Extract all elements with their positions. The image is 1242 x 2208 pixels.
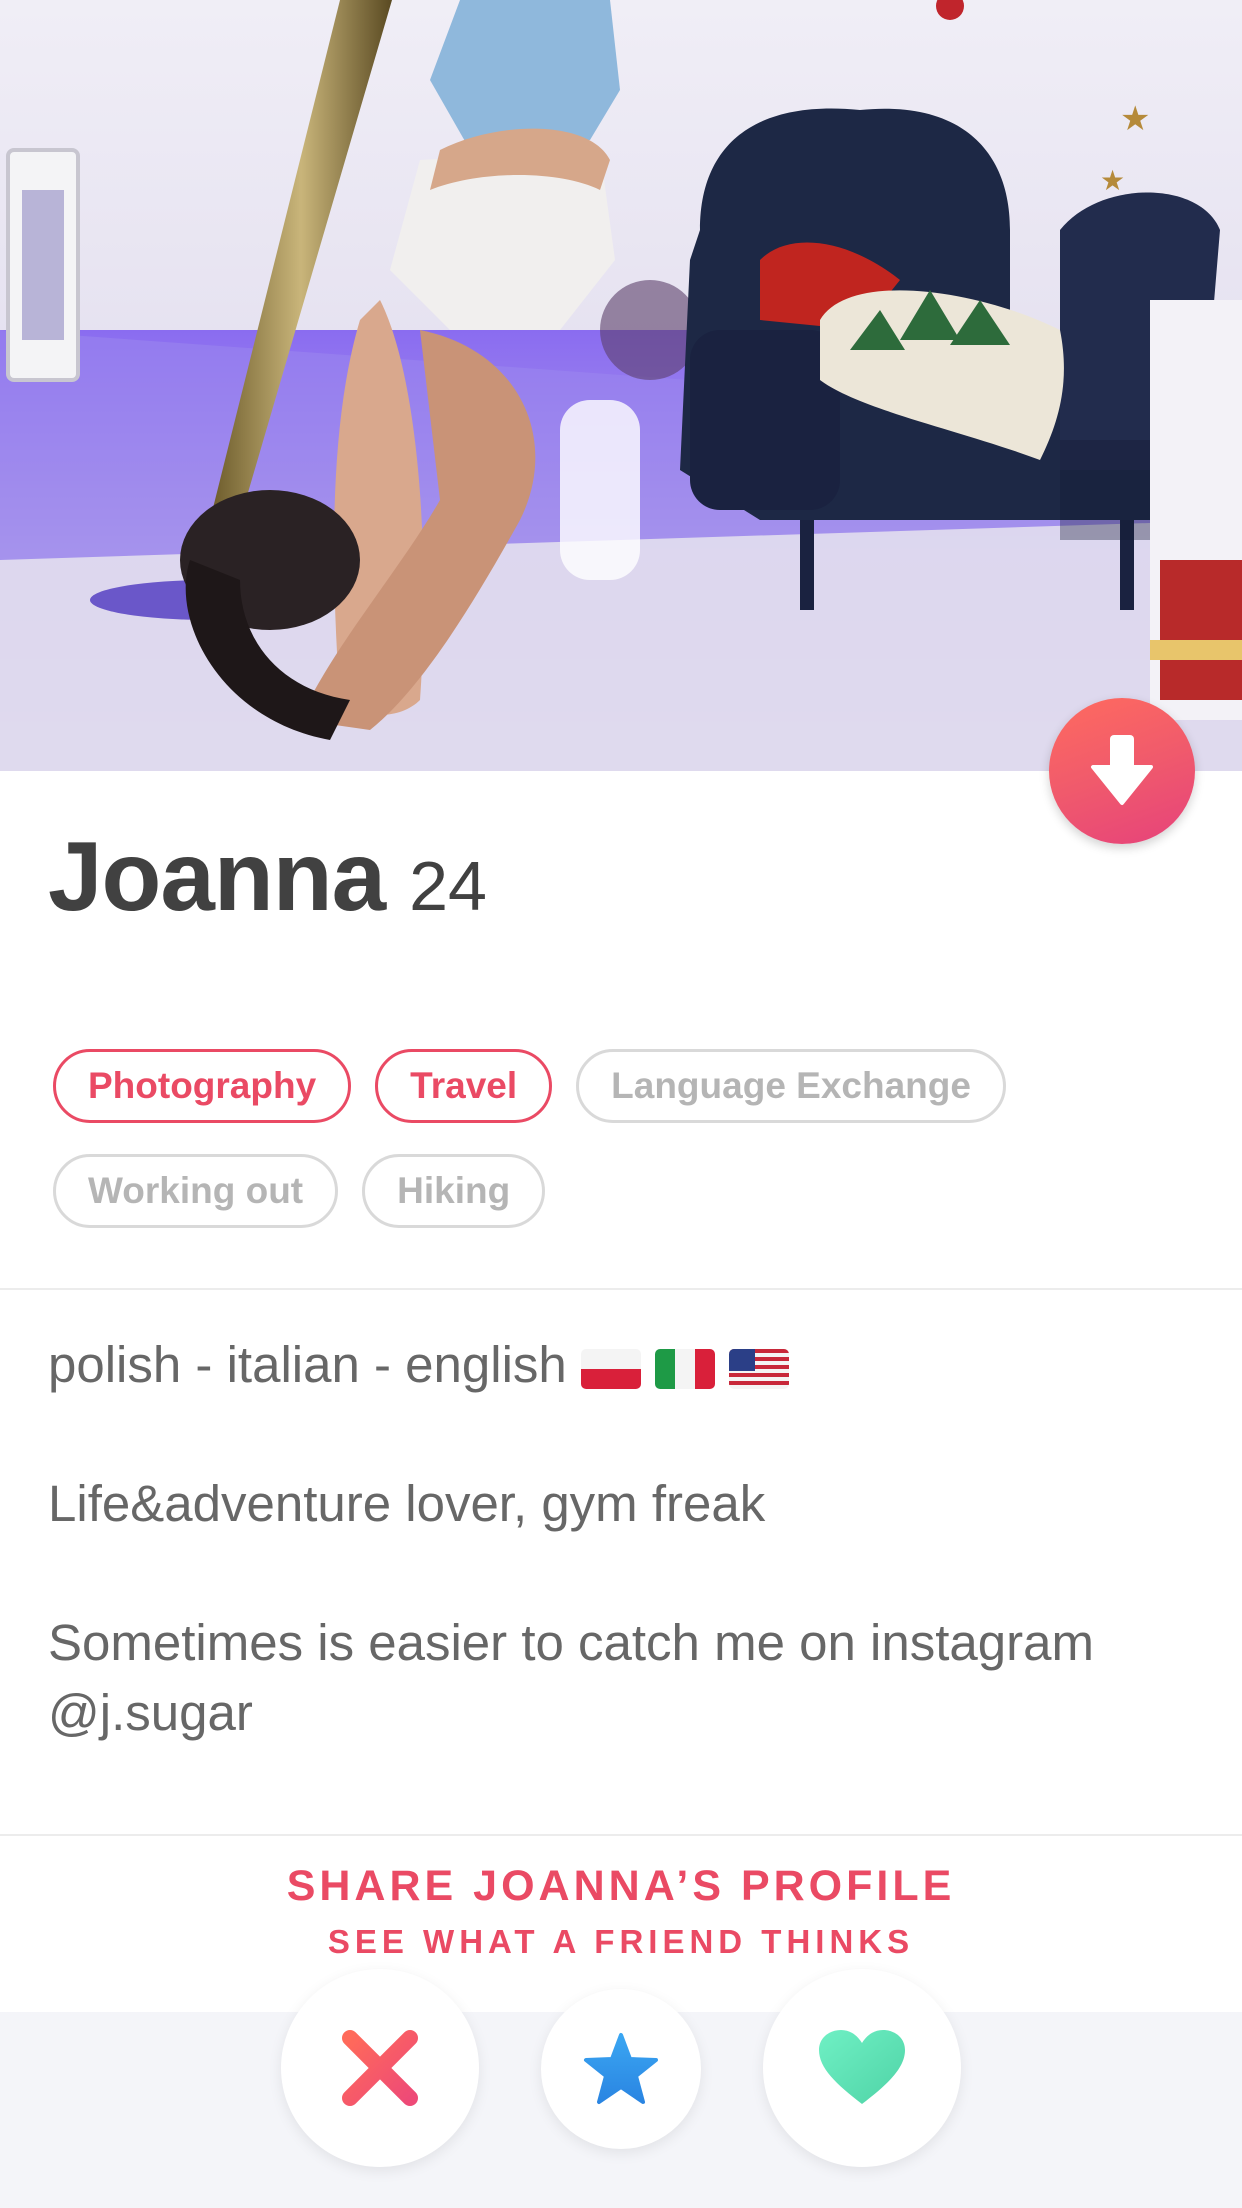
nope-button[interactable] — [281, 1969, 479, 2167]
profile-photo-image: ★ ★ — [0, 0, 1242, 771]
profile-bio: polish - italian - english Life&adventur… — [48, 1330, 1208, 1748]
share-profile-button[interactable]: SHARE JOANNA’S PROFILE SEE WHAT A FRIEND… — [0, 1862, 1242, 1961]
star-icon — [584, 2033, 658, 2104]
svg-text:★: ★ — [1100, 164, 1125, 197]
bio-line-instagram: Sometimes is easier to catch me on insta… — [48, 1614, 1094, 1741]
svg-text:★: ★ — [1120, 99, 1150, 139]
like-button[interactable] — [763, 1969, 961, 2167]
interest-chip-language-exchange: Language Exchange — [576, 1049, 1006, 1123]
profile-name: Joanna — [48, 821, 386, 931]
interest-chip-travel: Travel — [375, 1049, 553, 1123]
interests-list: Photography Travel Language Exchange Wor… — [53, 1049, 1193, 1228]
profile-header: Joanna 24 — [48, 820, 487, 933]
divider — [0, 1288, 1242, 1290]
interest-chip-photography: Photography — [53, 1049, 352, 1123]
heart-icon — [819, 2030, 905, 2104]
bio-line-languages: polish - italian - english — [48, 1330, 1208, 1400]
divider — [0, 1834, 1242, 1836]
bio-line-about: Life&adventure lover, gym freak — [48, 1475, 766, 1532]
super-like-button[interactable] — [541, 1989, 701, 2149]
language-flags — [580, 1348, 789, 1389]
flag-usa-icon — [728, 1348, 789, 1389]
flag-italy-icon — [654, 1348, 715, 1389]
profile-age: 24 — [409, 847, 487, 925]
bio-languages-text: polish - italian - english — [48, 1336, 567, 1393]
profile-photo[interactable]: ★ ★ — [0, 0, 1242, 771]
share-profile-title: SHARE JOANNA’S PROFILE — [286, 1862, 956, 1910]
interest-chip-working-out: Working out — [53, 1154, 339, 1228]
collapse-profile-button[interactable] — [1049, 698, 1195, 844]
close-icon — [342, 2030, 418, 2106]
arrow-down-icon — [1091, 735, 1153, 805]
interest-chip-hiking: Hiking — [362, 1154, 546, 1228]
share-profile-subtitle: SEE WHAT A FRIEND THINKS — [327, 1923, 915, 1960]
flag-poland-icon — [580, 1348, 641, 1389]
